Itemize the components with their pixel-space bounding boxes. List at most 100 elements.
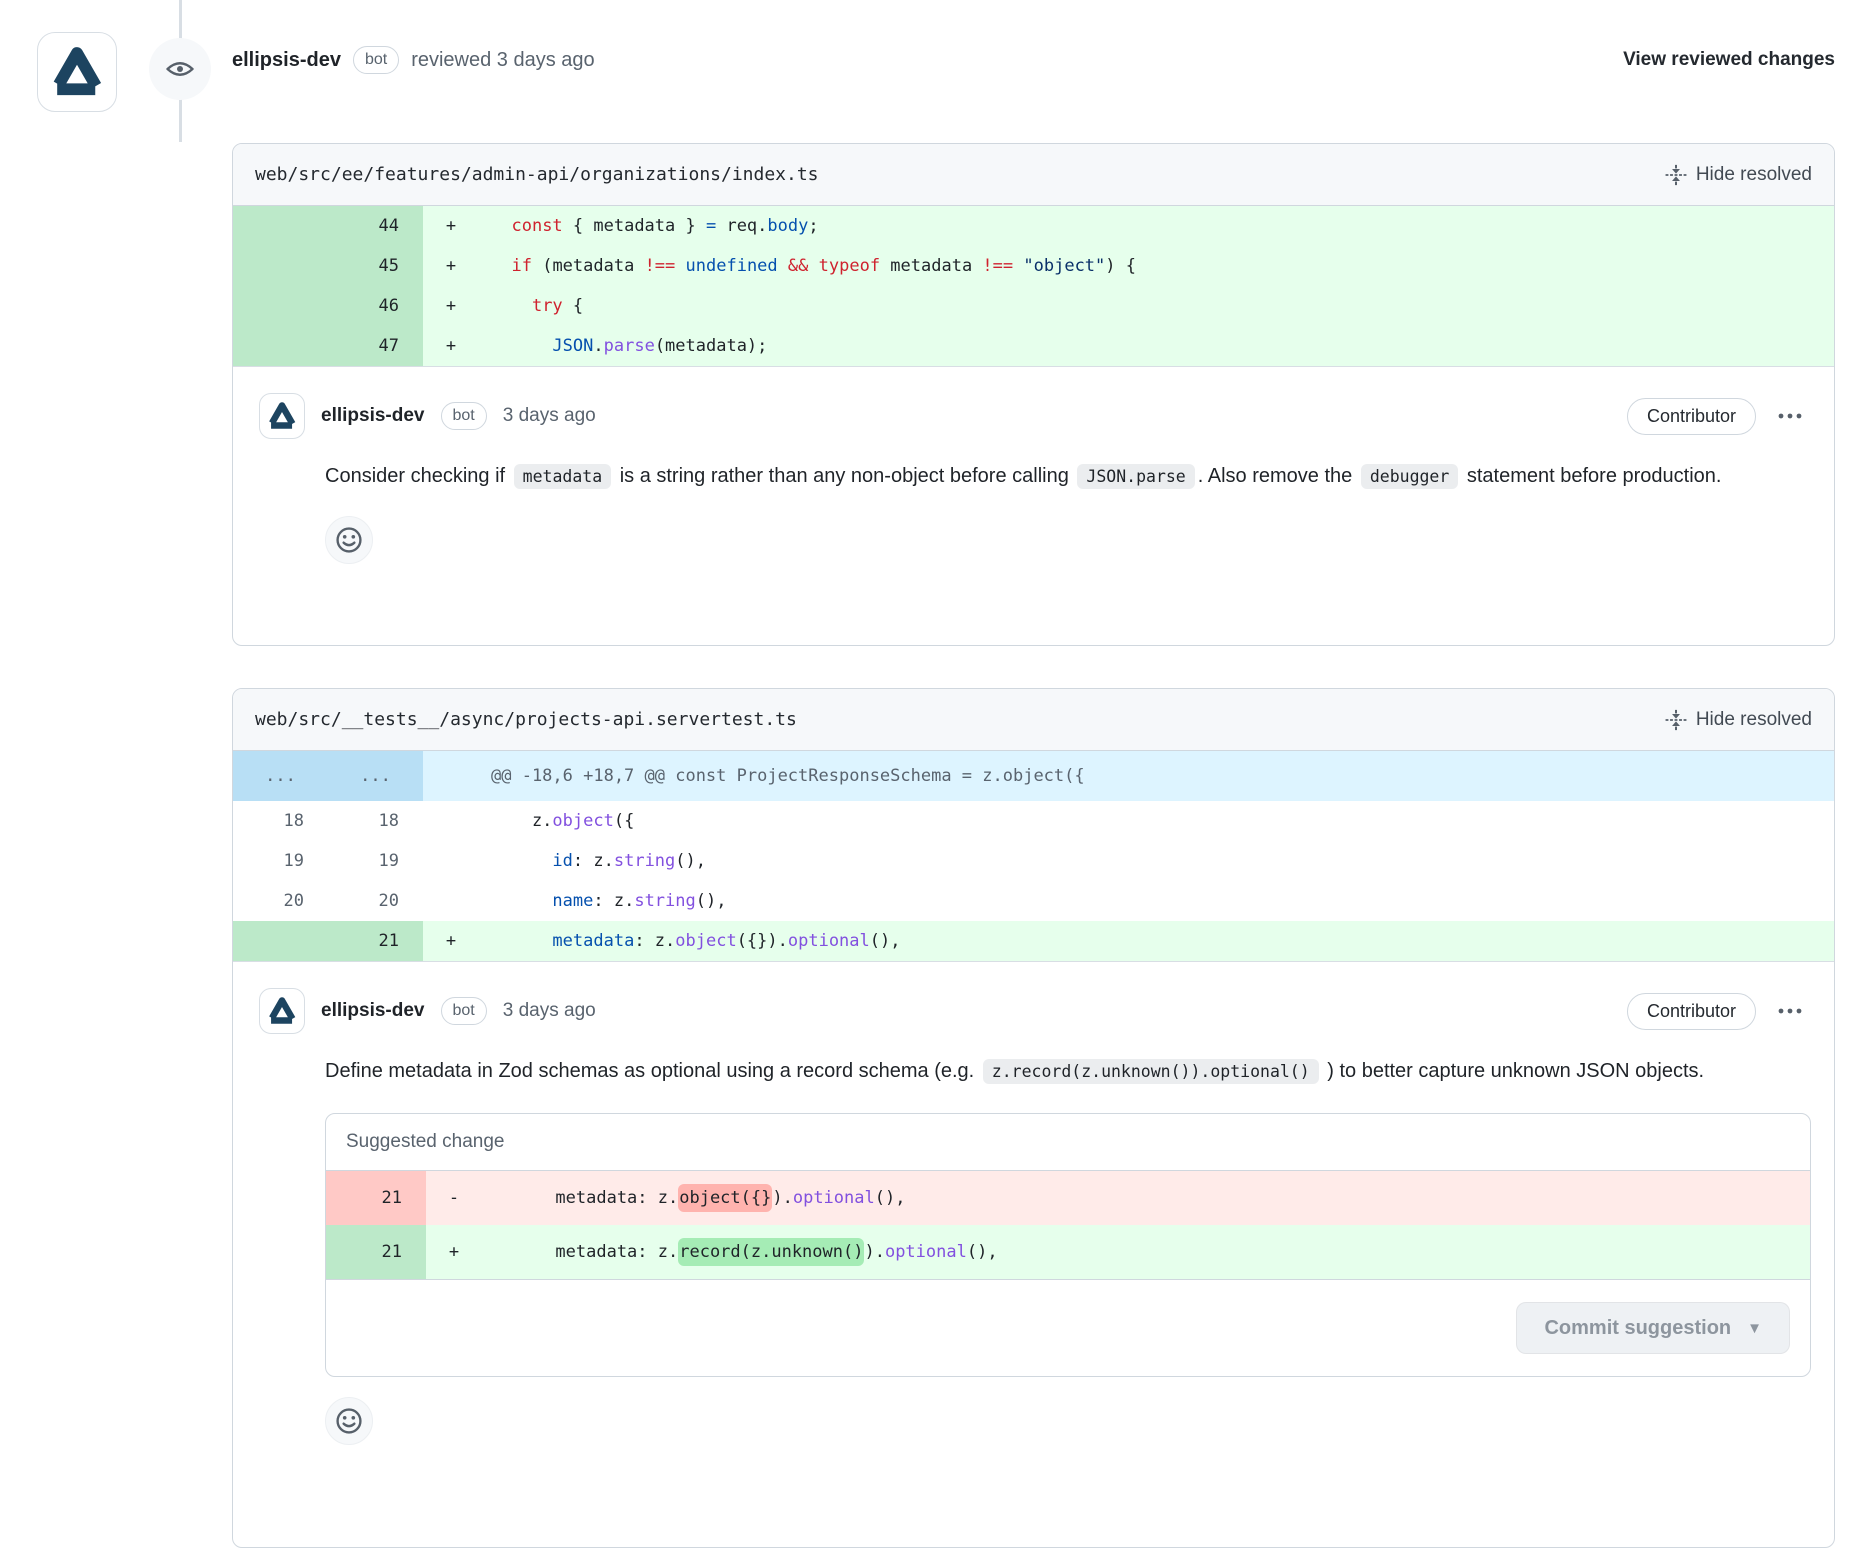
new-line-number[interactable]: 18 [328, 801, 423, 841]
diff-sign: + [423, 286, 479, 326]
inline-code: debugger [1361, 464, 1458, 489]
old-line-number[interactable] [233, 206, 328, 246]
text-run: . Also remove the [1198, 465, 1358, 487]
comment-author[interactable]: ellipsis-dev [321, 405, 425, 427]
inline-code: metadata [514, 464, 611, 489]
kebab-menu-icon[interactable] [1772, 412, 1808, 420]
text-run: is a string rather than any non-object b… [614, 465, 1074, 487]
new-line-number[interactable]: 21 [328, 921, 423, 961]
new-line-number[interactable]: 46 [328, 286, 423, 326]
code-segment: object({} [678, 1184, 772, 1212]
diff-sign [423, 751, 479, 801]
add-reaction-button[interactable] [325, 516, 373, 564]
new-line-number[interactable]: 45 [328, 246, 423, 286]
old-line-number[interactable] [233, 246, 328, 286]
hide-resolved-button[interactable]: Hide resolved [1665, 709, 1812, 731]
code-segment: (metadata [532, 256, 645, 276]
hide-resolved-button[interactable]: Hide resolved [1665, 164, 1812, 186]
diff-line: 2020 name: z.string(), [233, 881, 1834, 921]
file-path[interactable]: web/src/ee/features/admin-api/organizati… [255, 164, 819, 185]
avatar[interactable] [37, 32, 117, 112]
kebab-menu-icon[interactable] [1772, 1007, 1808, 1015]
new-line-number[interactable]: 47 [328, 326, 423, 366]
diff-line: 1919 id: z.string(), [233, 841, 1834, 881]
contributor-badge[interactable]: Contributor [1627, 398, 1756, 435]
old-line-number[interactable] [233, 286, 328, 326]
code-segment: = [706, 216, 716, 236]
code-segment: (), [696, 891, 727, 911]
new-line-number[interactable]: 44 [328, 206, 423, 246]
diff-line: 44+ const { metadata } = req.body; [233, 206, 1834, 246]
code-segment: name [552, 891, 593, 911]
old-line-number[interactable] [233, 921, 328, 961]
code-line: metadata: z.object({}).optional(), [479, 921, 1834, 961]
code-segment: : z. [593, 891, 634, 911]
smiley-icon [335, 1407, 363, 1435]
suggestion-diff: 21- metadata: z.object({}).optional(),21… [326, 1171, 1810, 1280]
old-line-number[interactable]: 18 [233, 801, 328, 841]
comment-body: Consider checking if metadata is a strin… [325, 457, 1808, 496]
code-segment: ({ [614, 811, 634, 831]
smiley-icon [335, 526, 363, 554]
code-segment: && [788, 256, 808, 276]
code-segment: "object" [1023, 256, 1105, 276]
avatar[interactable] [259, 988, 305, 1034]
code-segment: object [552, 811, 613, 831]
code-segment: ). [772, 1188, 792, 1208]
review-author[interactable]: ellipsis-dev [232, 49, 341, 72]
comment-timestamp[interactable]: 3 days ago [503, 1000, 596, 1022]
diff-sign: - [426, 1171, 482, 1225]
file-path[interactable]: web/src/__tests__/async/projects-api.ser… [255, 709, 797, 730]
code-segment [491, 931, 552, 951]
comment-timestamp[interactable]: 3 days ago [503, 405, 596, 427]
contributor-badge[interactable]: Contributor [1627, 993, 1756, 1030]
code-segment [808, 256, 818, 276]
comment-author[interactable]: ellipsis-dev [321, 1000, 425, 1022]
suggested-change-header: Suggested change [326, 1114, 1810, 1171]
code-segment [491, 851, 552, 871]
suggested-change-title: Suggested change [346, 1131, 504, 1153]
diff-line: ......@@ -18,6 +18,7 @@ const ProjectRes… [233, 751, 1834, 801]
code-segment: !== [645, 256, 676, 276]
new-line-number[interactable]: 19 [328, 841, 423, 881]
code-line: metadata: z.record(z.unknown()).optional… [482, 1225, 1810, 1279]
old-line-number[interactable]: 20 [233, 881, 328, 921]
code-segment: metadata: z. [494, 1242, 678, 1262]
diff-line: 47+ JSON.parse(metadata); [233, 326, 1834, 366]
fold-icon [1665, 164, 1687, 186]
commit-suggestion-button[interactable]: Commit suggestion ▼ [1516, 1302, 1790, 1354]
old-line-number[interactable] [233, 326, 328, 366]
code-segment: record(z.unknown() [678, 1238, 864, 1266]
avatar[interactable] [259, 393, 305, 439]
code-segment: string [634, 891, 695, 911]
diff-line: 21+ metadata: z.record(z.unknown()).opti… [326, 1225, 1810, 1279]
review-header: ellipsis-dev bot reviewed 3 days ago Vie… [232, 46, 1835, 74]
review-thread-card: web/src/ee/features/admin-api/organizati… [232, 143, 1835, 646]
diff-sign: + [423, 246, 479, 286]
diff-sign: + [423, 326, 479, 366]
text-run: Consider checking if [325, 465, 511, 487]
inline-code: z.record(z.unknown()).optional() [983, 1059, 1319, 1084]
new-line-number[interactable]: ... [328, 751, 423, 801]
ellipsis-logo-icon [48, 43, 106, 101]
code-segment: try [532, 296, 563, 316]
text-run: ) to better capture unknown JSON objects… [1322, 1060, 1704, 1082]
code-segment: ) { [1105, 256, 1136, 276]
code-segment: optional [788, 931, 870, 951]
new-line-number[interactable]: 20 [328, 881, 423, 921]
text-run: statement before production. [1461, 465, 1721, 487]
code-segment: metadata: z. [494, 1188, 678, 1208]
comment-body: Define metadata in Zod schemas as option… [325, 1052, 1808, 1091]
review-meta: reviewed 3 days ago [411, 49, 594, 72]
diff-line: 46+ try { [233, 286, 1834, 326]
old-line-number[interactable]: 19 [233, 841, 328, 881]
diff-sign [423, 841, 479, 881]
fold-icon [1665, 709, 1687, 731]
comment: ellipsis-dev bot 3 days ago Contributor … [233, 367, 1834, 594]
old-line-number[interactable]: ... [233, 751, 328, 801]
diff-line: 1818 z.object({ [233, 801, 1834, 841]
view-reviewed-changes-link[interactable]: View reviewed changes [1623, 49, 1835, 71]
diff-line: 21+ metadata: z.object({}).optional(), [233, 921, 1834, 961]
code-segment: : z. [573, 851, 614, 871]
add-reaction-button[interactable] [325, 1397, 373, 1445]
